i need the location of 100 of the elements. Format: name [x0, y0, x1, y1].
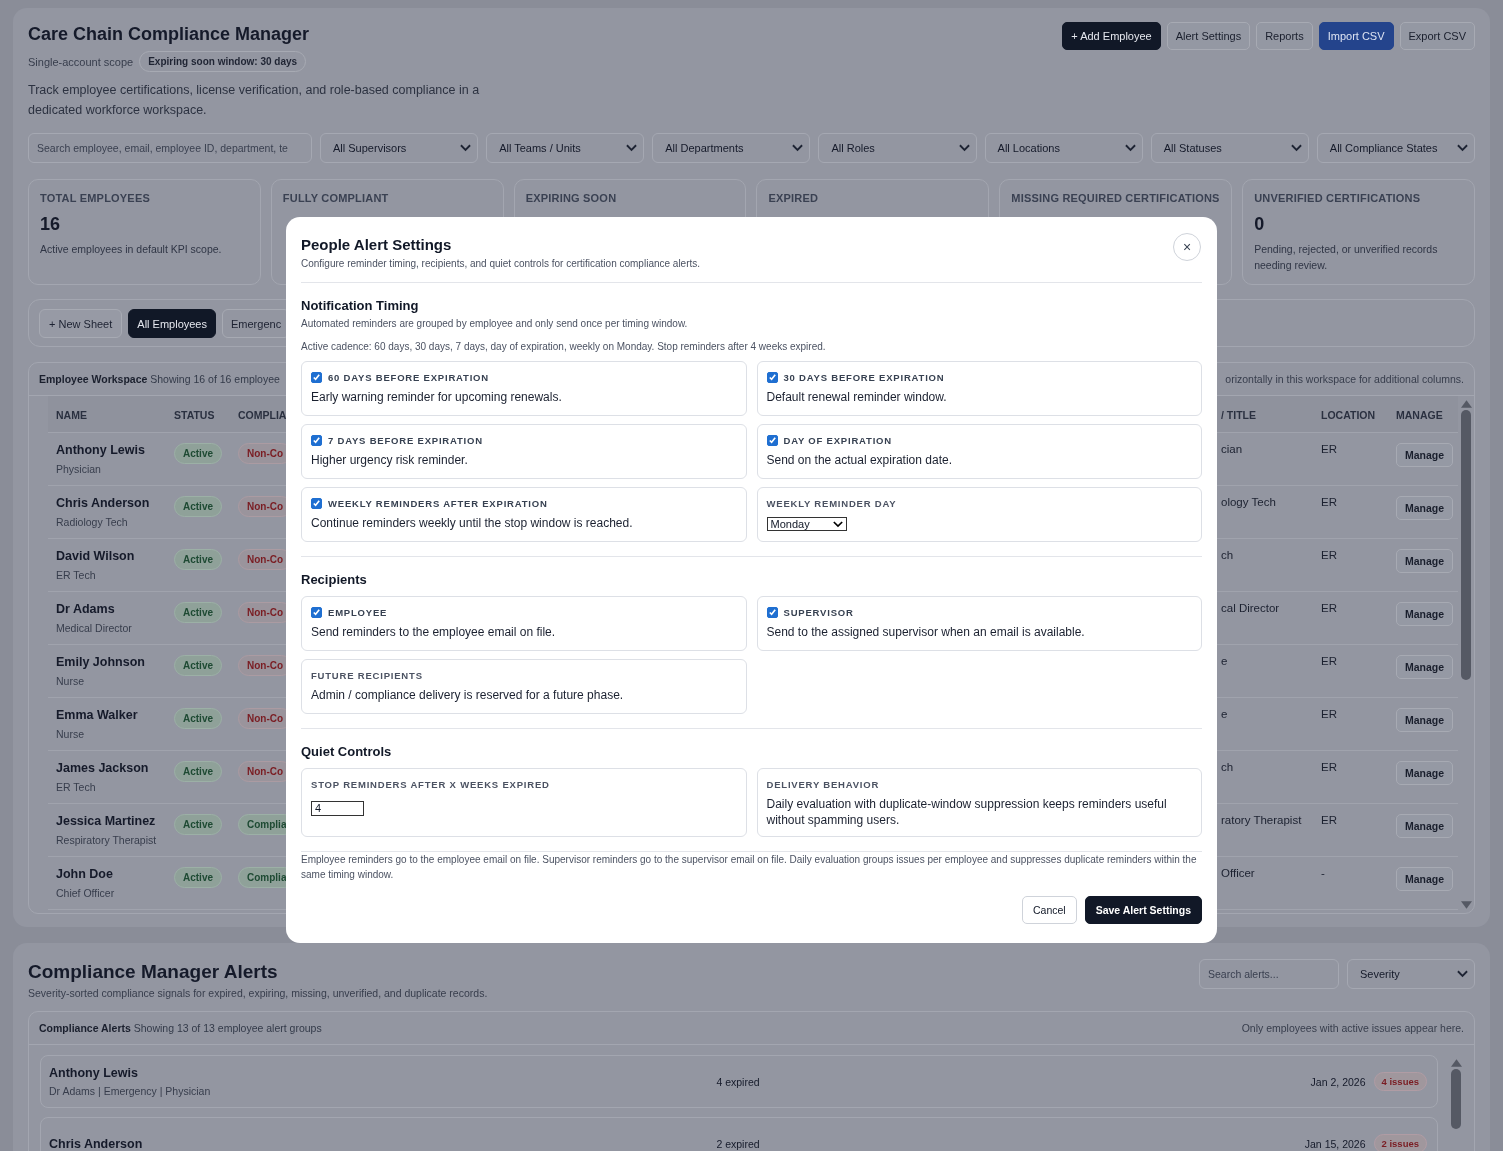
weekday-dropdown[interactable]: Monday — [766, 517, 847, 531]
scope-label: Single-account scope — [28, 55, 134, 68]
dialog-footnote: Employee reminders go to the employee email on file. Supervisor reminders go to the supervisor email on file. Daily evaluation groups issues per employee and suppresses duplicate reminders within the same timing window. — [301, 853, 1198, 882]
kpi-label: EXPIRING SOON — [525, 192, 618, 204]
option-label: WEEKLY REMINDERS AFTER EXPIRATION — [328, 498, 548, 509]
filter-dropdown[interactable]: All Statuses — [1150, 133, 1309, 163]
manage-button[interactable]: Manage — [1396, 867, 1454, 891]
table-cell-text: ch — [1221, 549, 1235, 561]
alert-employee-name: Chris Anderson — [49, 1136, 144, 1151]
manage-button[interactable]: Manage — [1396, 708, 1454, 732]
column-header: COMPLIA — [238, 409, 288, 421]
option-description: Admin / compliance delivery is reserved for a future phase. — [311, 687, 625, 703]
checkbox[interactable] — [311, 498, 322, 509]
filter-dropdown[interactable]: All Roles — [818, 133, 977, 163]
employee-role: Chief Officer — [56, 887, 116, 899]
alerts-summary: Compliance Alerts Showing 13 of 13 employee alert groups — [39, 1022, 322, 1034]
manage-button[interactable]: Manage — [1396, 761, 1454, 785]
manage-button[interactable]: Manage — [1396, 814, 1454, 838]
alerts-subtitle: Severity-sorted compliance signals for expired, expiring, missing, unverified, and duplicate records. — [28, 987, 488, 999]
column-header: NAME — [56, 409, 88, 421]
checkmark-icon — [312, 373, 321, 382]
app-title: Care Chain Compliance Manager — [28, 24, 311, 45]
employee-name: Emma Walker — [56, 708, 139, 722]
chevron-down-icon — [792, 144, 804, 152]
checkmark-icon — [767, 608, 777, 617]
table-cell-text: ratory Therapist — [1221, 814, 1303, 826]
table-cell-text: e — [1221, 708, 1229, 720]
close-button[interactable]: × — [1173, 233, 1201, 261]
section-description: Automated reminders are grouped by employee and only send once per timing window. — [301, 318, 689, 329]
filter-dropdown[interactable]: All Departments — [652, 133, 811, 163]
alert-date: Jan 15, 2026 — [1304, 1137, 1366, 1150]
filter-dropdown[interactable]: All Locations — [984, 133, 1143, 163]
option-label: STOP REMINDERS AFTER X WEEKS EXPIRED — [311, 779, 550, 790]
employee-role: ER Tech — [56, 569, 97, 581]
manage-button[interactable]: Manage — [1396, 443, 1454, 467]
manage-button[interactable]: Manage — [1396, 655, 1454, 679]
checkmark-icon — [312, 608, 321, 617]
column-header: LOCATION — [1321, 409, 1377, 421]
cancel-button[interactable]: Cancel — [1022, 896, 1077, 924]
kpi-value: 16 — [40, 214, 62, 235]
checkmark-icon — [312, 499, 321, 508]
checkbox[interactable] — [311, 435, 322, 446]
toolbar-button[interactable]: + Add Employee — [1062, 22, 1161, 50]
table-cell-text: ER — [1321, 761, 1338, 773]
option-label: FUTURE RECIPIENTS — [311, 670, 423, 681]
employee-name: John Doe — [56, 867, 114, 881]
status-badge: Active — [174, 496, 222, 517]
toolbar-button[interactable]: Alert Settings — [1166, 22, 1251, 50]
employee-name: Anthony Lewis — [56, 443, 146, 457]
alert-row[interactable]: Anthony Lewis Dr Adams | Emergency | Physician 4 expired Jan 2, 2026 4 issues — [40, 1055, 1438, 1108]
checkmark-icon — [767, 373, 777, 382]
table-cell-text: Officer — [1221, 867, 1256, 879]
chevron-down-icon — [832, 520, 843, 528]
checkbox[interactable] — [766, 435, 778, 446]
search-field[interactable]: Search employee, email, employee ID, department, te — [28, 133, 312, 163]
severity-dropdown[interactable]: Severity — [1347, 959, 1475, 989]
alerts-search-field[interactable]: Search alerts... — [1199, 959, 1339, 989]
option-description: Early warning reminder for upcoming renewals. — [311, 389, 563, 405]
filter-dropdown[interactable]: All Compliance States — [1316, 133, 1475, 163]
status-badge: Active — [174, 708, 222, 729]
option-label: 30 DAYS BEFORE EXPIRATION — [783, 372, 945, 383]
save-button[interactable]: Save Alert Settings — [1084, 896, 1202, 924]
employee-role: Physician — [56, 463, 102, 475]
manage-button[interactable]: Manage — [1396, 549, 1454, 573]
cadence-note: Active cadence: 60 days, 30 days, 7 days, day of expiration, weekly on Monday. Stop reminders after 4 weeks expired. — [301, 341, 827, 352]
checkbox[interactable] — [311, 607, 322, 618]
toolbar-button[interactable]: Export CSV — [1399, 22, 1475, 50]
filter-dropdown[interactable]: All Teams / Units — [486, 133, 645, 163]
new-sheet-button[interactable]: + New Sheet — [39, 309, 123, 338]
option-label: 60 DAYS BEFORE EXPIRATION — [328, 372, 489, 383]
manage-button[interactable]: Manage — [1396, 496, 1454, 520]
chevron-down-icon — [1290, 144, 1302, 152]
alert-row[interactable]: Chris Anderson 2 expired Jan 15, 2026 2 issues — [40, 1117, 1438, 1151]
employee-role: Respiratory Therapist — [56, 834, 158, 846]
checkbox[interactable] — [766, 607, 778, 618]
section-title: Notification Timing — [301, 298, 420, 313]
filter-dropdown[interactable]: All Supervisors — [320, 133, 479, 163]
manage-button[interactable]: Manage — [1396, 602, 1454, 626]
column-header: STATUS — [174, 409, 216, 421]
checkbox[interactable] — [766, 372, 778, 383]
alert-date: Jan 2, 2026 — [1310, 1075, 1366, 1088]
toolbar-button[interactable]: Reports — [1256, 22, 1313, 50]
employee-role: Nurse — [56, 728, 85, 740]
kpi-label: MISSING REQUIRED CERTIFICATIONS — [1011, 192, 1221, 204]
status-badge: Active — [174, 867, 222, 888]
weeks-input[interactable]: 4 — [311, 801, 364, 816]
employee-name: James Jackson — [56, 761, 150, 775]
alert-summary: 4 expired — [716, 1075, 760, 1088]
option-label: WEEKLY REMINDER DAY — [766, 498, 897, 509]
option-description: Continue reminders weekly until the stop window is reached. — [311, 515, 634, 531]
toolbar-button[interactable]: Import CSV — [1318, 22, 1394, 50]
kpi-description: Active employees in default KPI scope. — [40, 242, 223, 257]
chevron-down-icon — [1457, 144, 1468, 152]
dialog-title: People Alert Settings — [301, 236, 453, 253]
dialog-subtitle: Configure reminder timing, recipients, and quiet controls for certification compliance alerts. — [301, 258, 701, 269]
alerts-note: Only employees with active issues appear here. — [1241, 1022, 1464, 1034]
sheet-tab[interactable]: All Employees — [128, 309, 216, 338]
checkbox[interactable] — [311, 372, 322, 383]
alert-employee-name: Anthony Lewis — [49, 1066, 139, 1080]
option-description: Daily evaluation with duplicate-window suppression keeps reminders useful without spamming users. — [766, 796, 1168, 828]
